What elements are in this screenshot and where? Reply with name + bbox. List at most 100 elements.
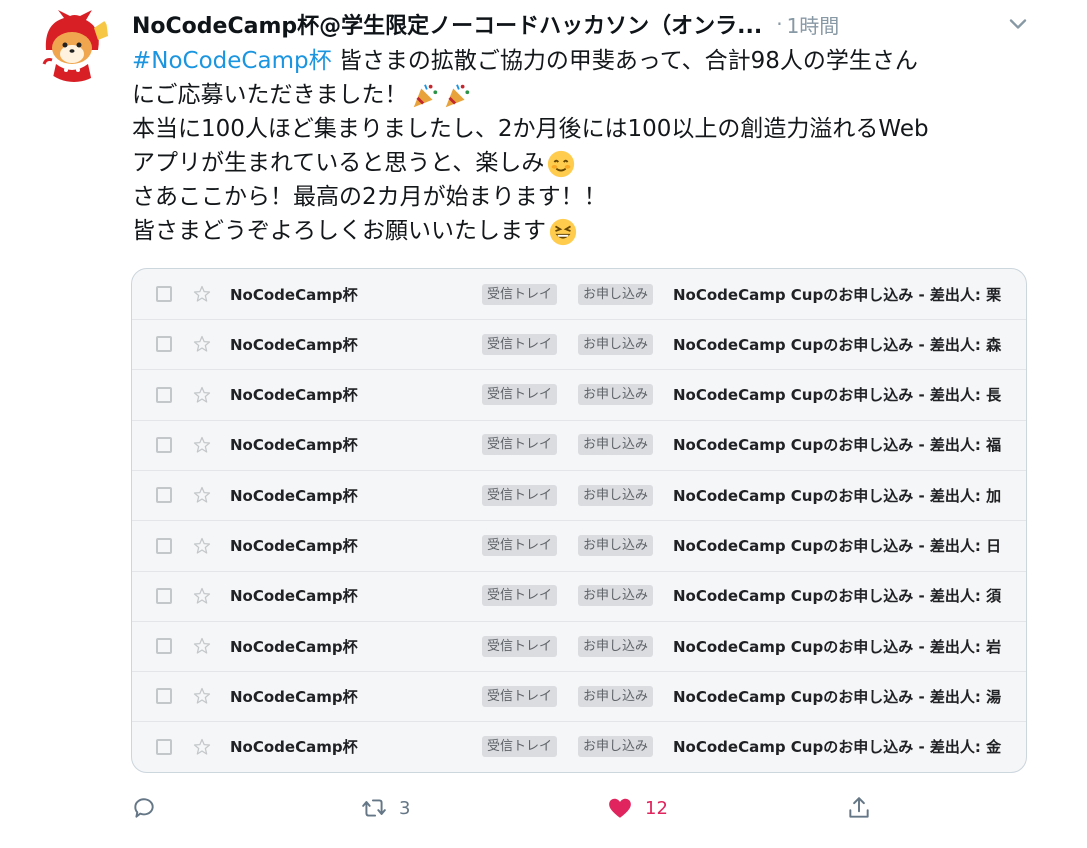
party-popper-icon	[413, 83, 437, 107]
like-count: 12	[645, 797, 668, 819]
star-icon	[192, 686, 212, 706]
inbox-label: 受信トレイ	[482, 685, 558, 707]
row-checkbox	[156, 638, 172, 655]
application-label: お申し込み	[578, 384, 654, 406]
row-checkbox	[156, 738, 172, 755]
mail-subject: NoCodeCamp Cupのお申し込み - 差出人: 須	[673, 587, 1002, 606]
mail-subject: NoCodeCamp Cupのお申し込み - 差出人: 栗	[673, 285, 1002, 304]
application-label: お申し込み	[578, 585, 654, 607]
mail-row: NoCodeCamp杯 受信トレイ お申し込み NoCodeCamp Cupのお申し込…	[132, 470, 1026, 522]
mail-subject: NoCodeCamp Cupのお申し込み - 差出人: 加	[673, 486, 1002, 505]
mail-sender: NoCodeCamp杯	[230, 537, 358, 555]
mail-sender: NoCodeCamp杯	[230, 637, 358, 656]
tweet-line: アプリが生まれていると思うと、楽しみ	[132, 146, 1032, 180]
tweet-header: NoCodeCamp杯@学生限定ノーコードハッカソン（オンラ... · 1時間	[132, 6, 1032, 42]
star-icon	[192, 536, 212, 556]
reply-icon	[134, 798, 154, 818]
tweet-actions: 3 12	[131, 790, 1031, 826]
hashtag-link[interactable]: #NoCodeCamp杯	[132, 48, 332, 74]
mail-row: NoCodeCamp杯 受信トレイ お申し込み NoCodeCamp Cupのお申し込…	[132, 722, 1026, 772]
mascot-avatar-icon	[36, 6, 112, 82]
mail-row: NoCodeCamp杯 受信トレイ お申し込み NoCodeCamp Cupのお申し込…	[132, 269, 1026, 320]
mail-subject: NoCodeCamp Cupのお申し込み - 差出人: 長	[673, 386, 1002, 405]
application-label: お申し込み	[578, 685, 654, 707]
star-icon	[192, 485, 212, 505]
inbox-label: 受信トレイ	[482, 333, 558, 355]
like-button[interactable]: 12	[607, 790, 668, 826]
star-icon	[192, 334, 212, 354]
avatar[interactable]	[36, 6, 112, 82]
retweet-button[interactable]: 3	[361, 790, 410, 826]
star-icon	[192, 636, 212, 656]
mail-subject: NoCodeCamp Cupのお申し込み - 差出人: 岩	[673, 637, 1002, 656]
tweet-line: 皆さまどうぞよろしくお願いいたします	[132, 214, 1032, 248]
mail-subject: NoCodeCamp Cupのお申し込み - 差出人: 森	[673, 335, 1002, 354]
application-label: お申し込み	[578, 283, 654, 305]
smiling-face-icon	[548, 150, 575, 177]
inbox-label: 受信トレイ	[482, 635, 558, 657]
display-name[interactable]: NoCodeCamp杯@学生限定ノーコードハッカソン（オンラ...	[132, 8, 762, 40]
tweet-timestamp[interactable]: 1時間	[787, 10, 840, 39]
inbox-label: 受信トレイ	[482, 384, 558, 406]
tweet-line-text: 皆さまどうぞよろしくお願いいたします	[132, 218, 546, 244]
mail-subject: NoCodeCamp Cupのお申し込み - 差出人: 福	[673, 436, 1002, 455]
mail-sender: NoCodeCamp杯	[230, 386, 358, 405]
application-label: お申し込み	[578, 635, 654, 657]
mail-row: NoCodeCamp杯 受信トレイ お申し込み NoCodeCamp Cupのお申し込…	[132, 621, 1026, 673]
party-popper-icon	[445, 83, 469, 107]
tweet-line-text: にご応募いただきました！	[132, 82, 408, 108]
reply-button[interactable]	[131, 790, 157, 826]
share-icon	[849, 797, 869, 818]
mail-sender: NoCodeCamp杯	[230, 587, 358, 606]
tweet-line: さあここから！最高の2カ月が始まります！！	[132, 180, 1032, 214]
mail-subject: NoCodeCamp Cupのお申し込み - 差出人: 湯	[673, 687, 1002, 706]
tweet-line: 本当に100人ほど集まりましたし、2か月後には100以上の創造力溢れるWeb	[132, 112, 1032, 146]
application-label: お申し込み	[578, 484, 654, 506]
mail-sender: NoCodeCamp杯	[230, 436, 358, 455]
tweet-line: #NoCodeCamp杯 皆さまの拡散ご協力の甲斐あって、合計98人の学生さん	[132, 44, 1032, 78]
row-checkbox	[156, 537, 172, 554]
grinning-squinting-face-icon	[549, 218, 577, 245]
star-icon	[192, 385, 212, 405]
star-icon	[192, 435, 212, 455]
application-label: お申し込み	[578, 535, 654, 556]
mail-row: NoCodeCamp杯 受信トレイ お申し込み NoCodeCamp Cupのお申し込…	[132, 521, 1026, 572]
application-label: お申し込み	[578, 736, 654, 758]
tweet-media-image[interactable]: NoCodeCamp杯 受信トレイ お申し込み NoCodeCamp Cupのお申し込…	[131, 268, 1027, 773]
tweet-line-text: 皆さまの拡散ご協力の甲斐あって、合計98人の学生さん	[331, 48, 918, 74]
tweet-line-text: さあここから！最高の2カ月が始まります！！	[132, 184, 607, 210]
mail-row: NoCodeCamp杯 受信トレイ お申し込み NoCodeCamp Cupのお申し込…	[132, 370, 1026, 421]
row-checkbox	[156, 336, 172, 353]
mail-row: NoCodeCamp杯 受信トレイ お申し込み NoCodeCamp Cupのお申し込…	[132, 420, 1026, 471]
star-icon	[192, 284, 212, 304]
tweet-text: #NoCodeCamp杯 皆さまの拡散ご協力の甲斐あって、合計98人の学生さん …	[132, 44, 1032, 248]
mail-subject: NoCodeCamp Cupのお申し込み - 差出人: 金	[673, 738, 1002, 757]
star-icon	[192, 586, 212, 606]
inbox-label: 受信トレイ	[482, 283, 558, 305]
row-checkbox	[156, 487, 172, 504]
row-checkbox	[156, 688, 172, 705]
application-label: お申し込み	[578, 434, 654, 456]
inbox-label: 受信トレイ	[482, 736, 558, 758]
inbox-label: 受信トレイ	[482, 535, 558, 556]
row-checkbox	[156, 386, 172, 403]
inbox-label: 受信トレイ	[482, 585, 558, 607]
inbox-label: 受信トレイ	[482, 484, 558, 506]
mail-sender: NoCodeCamp杯	[230, 285, 358, 304]
inbox-label: 受信トレイ	[482, 434, 558, 456]
retweet-icon	[362, 799, 386, 817]
mail-subject: NoCodeCamp Cupのお申し込み - 差出人: 日	[673, 537, 1002, 555]
tweet-line: にご応募いただきました！	[132, 78, 1032, 112]
share-button[interactable]	[846, 790, 872, 826]
application-label: お申し込み	[578, 333, 654, 355]
heart-icon	[609, 798, 631, 818]
mail-sender: NoCodeCamp杯	[230, 738, 358, 757]
star-icon	[192, 737, 212, 757]
mail-row: NoCodeCamp杯 受信トレイ お申し込み NoCodeCamp Cupのお申し込…	[132, 319, 1026, 371]
tweet-line-text: 本当に100人ほど集まりましたし、2か月後には100以上の創造力溢れるWeb	[132, 116, 929, 142]
row-checkbox	[156, 436, 172, 453]
retweet-count: 3	[399, 797, 411, 819]
row-checkbox	[156, 587, 172, 604]
separator-dot: ·	[776, 12, 783, 36]
more-options-button[interactable]	[1004, 10, 1032, 38]
